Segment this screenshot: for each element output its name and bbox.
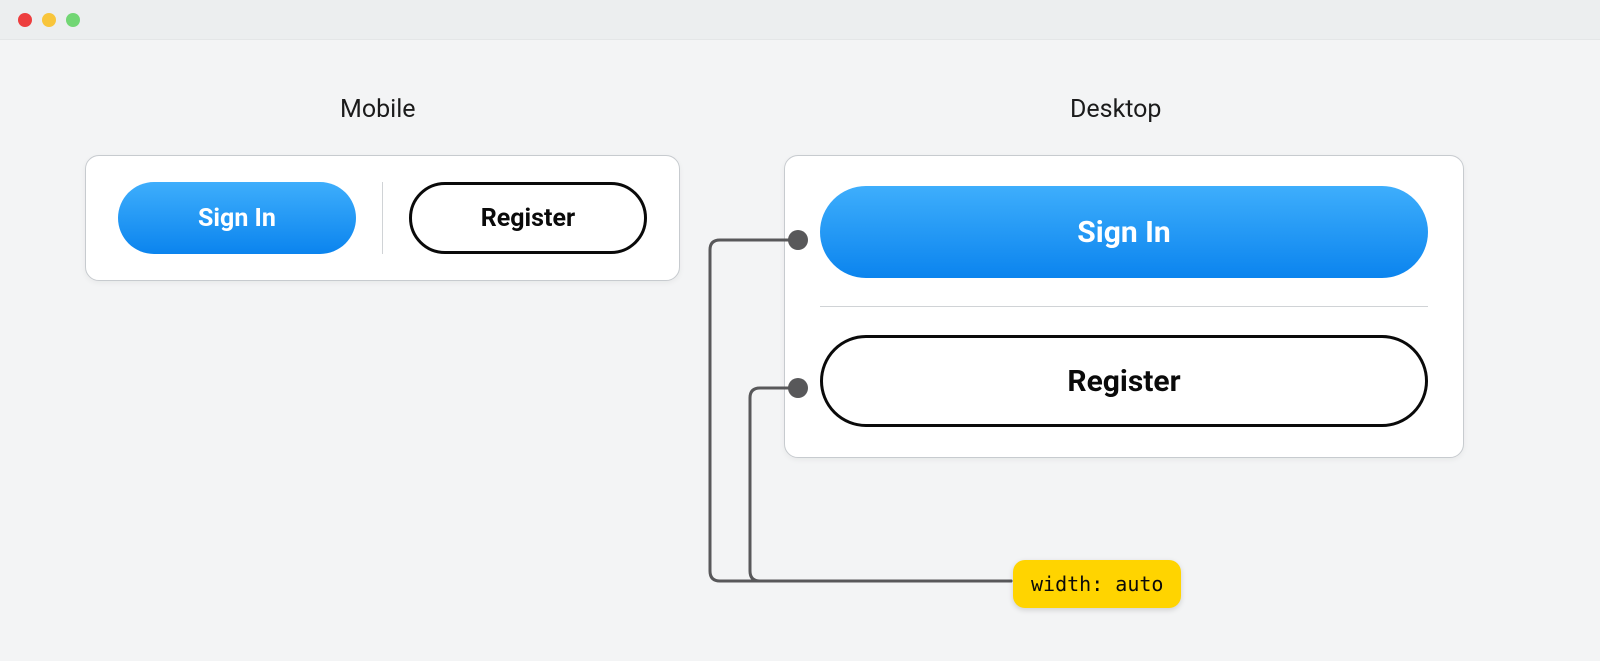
desktop-card: Sign In Register bbox=[784, 155, 1464, 458]
vertical-separator bbox=[382, 182, 383, 254]
register-button[interactable]: Register bbox=[409, 182, 647, 254]
diagram-stage: Mobile Desktop Sign In Register Sign In … bbox=[0, 40, 1600, 661]
window-zoom-icon[interactable] bbox=[66, 13, 80, 27]
sign-in-button[interactable]: Sign In bbox=[820, 186, 1428, 278]
desktop-column-title: Desktop bbox=[1070, 95, 1161, 124]
window-titlebar bbox=[0, 0, 1600, 40]
mobile-card: Sign In Register bbox=[85, 155, 680, 281]
horizontal-separator bbox=[820, 306, 1428, 307]
window-minimize-icon[interactable] bbox=[42, 13, 56, 27]
width-auto-annotation: width: auto bbox=[1013, 560, 1181, 608]
window-close-icon[interactable] bbox=[18, 13, 32, 27]
sign-in-button[interactable]: Sign In bbox=[118, 182, 356, 254]
register-button[interactable]: Register bbox=[820, 335, 1428, 427]
mobile-column-title: Mobile bbox=[340, 95, 416, 124]
